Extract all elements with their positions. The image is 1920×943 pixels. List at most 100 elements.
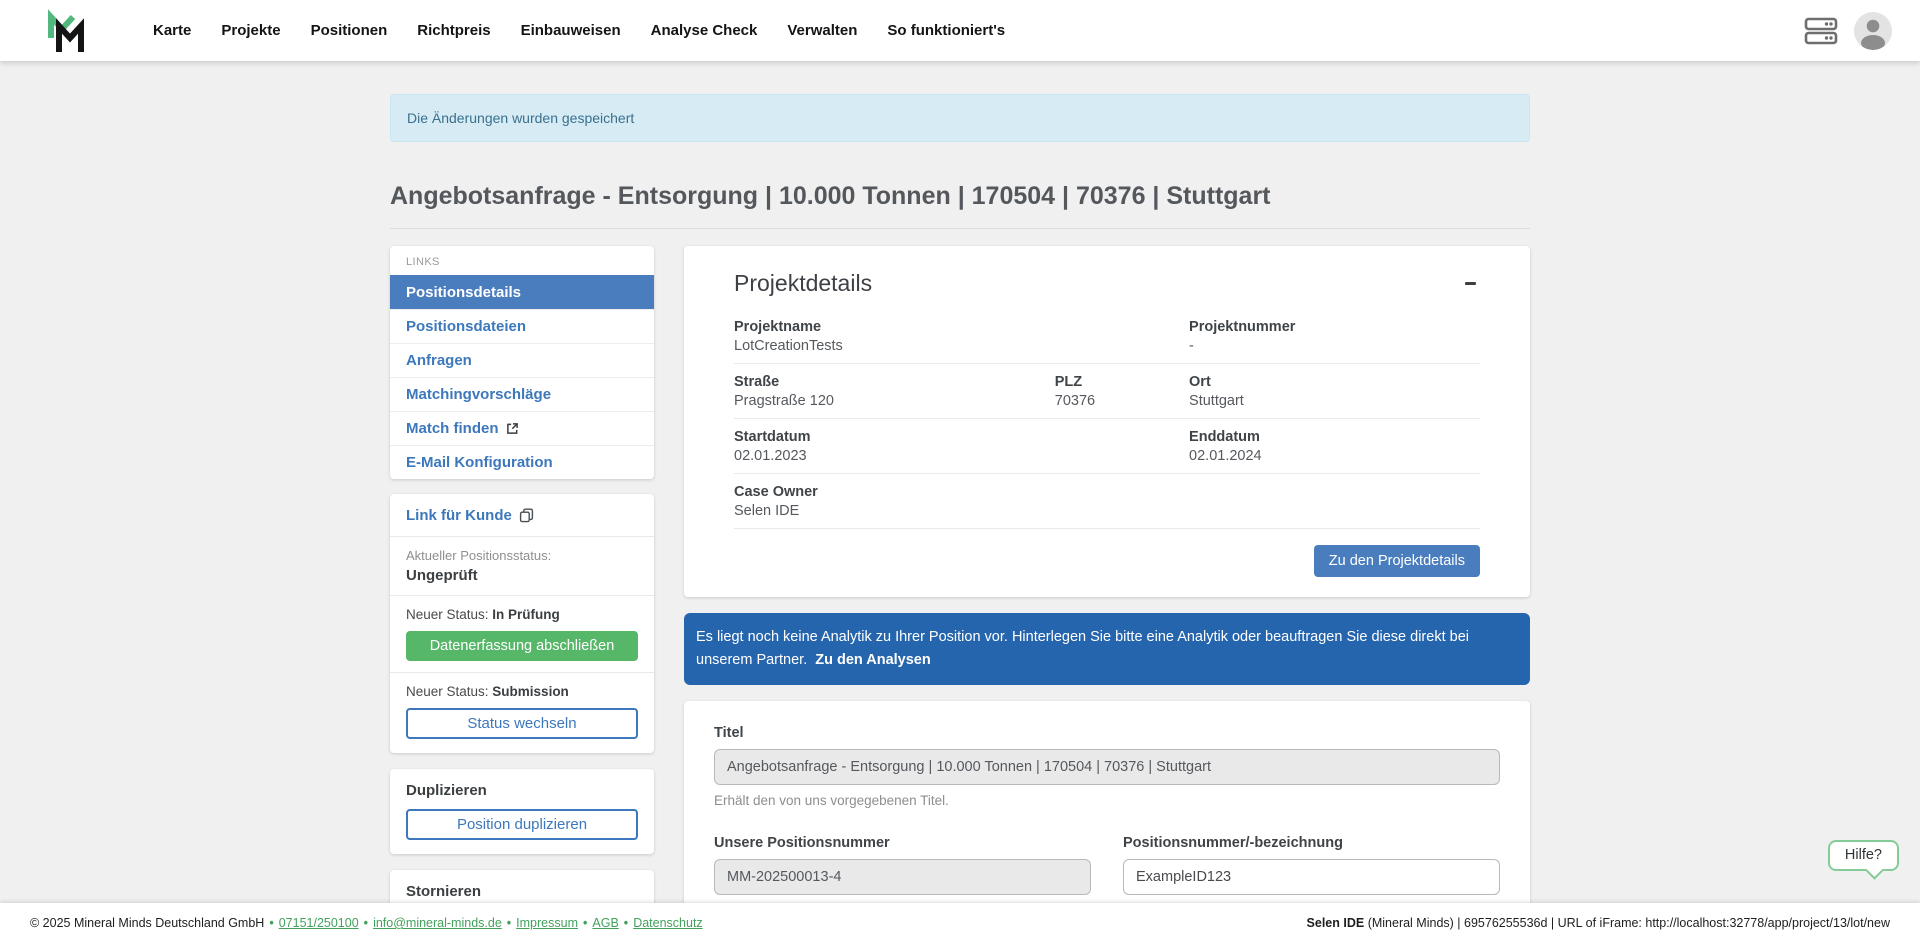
new-status-label: Neuer Status: [406, 684, 492, 699]
project-details-row: Projektname LotCreationTests Projektnumm… [734, 309, 1480, 364]
new-status-line: Neuer Status: In Prüfung [406, 607, 638, 622]
sidebar-item-matchingvorschlaege[interactable]: Matchingvorschläge [390, 377, 654, 411]
nav-item-richtpreis[interactable]: Richtpreis [402, 12, 505, 49]
project-details-row: Straße Pragstraße 120 PLZ 70376 Ort Stut… [734, 364, 1480, 419]
nav-item-einbauweisen[interactable]: Einbauweisen [506, 12, 636, 49]
speech-bubble-tail [1865, 861, 1883, 879]
sidebar-item-positionsdateien[interactable]: Positionsdateien [390, 309, 654, 343]
sidebar-item-label: Positionsdetails [406, 284, 521, 301]
main-content: Projektdetails Projektname LotCreationTe… [684, 246, 1530, 943]
status-panel: Link für Kunde Aktueller Positionsstatus… [390, 494, 654, 753]
go-to-project-details-button[interactable]: Zu den Projektdetails [1314, 545, 1480, 577]
impressum-link[interactable]: Impressum [516, 916, 578, 930]
separator-dot: • [364, 916, 368, 930]
sidebar-item-label: Anfragen [406, 352, 472, 369]
title-field-input[interactable] [714, 749, 1500, 785]
main-nav: Karte Projekte Positionen Richtpreis Ein… [138, 12, 1020, 49]
title-field-helper: Erhält den von uns vorgegebenen Titel. [714, 793, 1500, 808]
new-status-line: Neuer Status: Submission [406, 684, 638, 699]
duplicate-position-button[interactable]: Position duplizieren [406, 809, 638, 840]
current-status-label: Aktueller Positionsstatus: [406, 548, 638, 563]
field-label: Startdatum [734, 429, 1189, 445]
sidebar-item-label: Matchingvorschläge [406, 386, 551, 403]
title-field-label: Titel [714, 725, 1500, 741]
divider [390, 536, 654, 537]
analytics-banner: Es liegt noch keine Analytik zu Ihrer Po… [684, 613, 1530, 685]
field-value: 02.01.2023 [734, 448, 1189, 464]
sidebar-item-label: E-Mail Konfiguration [406, 454, 553, 471]
field-label: Enddatum [1189, 429, 1480, 445]
user-avatar-icon[interactable] [1854, 12, 1892, 50]
new-status-value: In Prüfung [492, 607, 560, 622]
field-value: 70376 [1055, 393, 1189, 409]
customer-link-label: Link für Kunde [406, 507, 512, 524]
duplicate-panel-title: Duplizieren [406, 782, 638, 799]
field-label: Case Owner [734, 484, 1480, 500]
nav-item-verwalten[interactable]: Verwalten [772, 12, 872, 49]
navbar-right [1804, 12, 1892, 50]
field-value: Selen IDE [734, 503, 1480, 519]
separator-dot: • [507, 916, 511, 930]
agb-link[interactable]: AGB [592, 916, 618, 930]
field-label: Projektnummer [1189, 319, 1480, 335]
our-number-input[interactable] [714, 859, 1091, 895]
session-info: Selen IDE (Mineral Minds) | 69576255536d… [1307, 916, 1890, 930]
field-value: 02.01.2024 [1189, 448, 1480, 464]
nav-item-positionen[interactable]: Positionen [296, 12, 403, 49]
new-status-label: Neuer Status: [406, 607, 492, 622]
alert-message: Die Änderungen wurden gespeichert [407, 110, 634, 126]
sidebar-item-anfragen[interactable]: Anfragen [390, 343, 654, 377]
duplicate-panel: Duplizieren Position duplizieren [390, 769, 654, 854]
nav-item-karte[interactable]: Karte [138, 12, 206, 49]
sidebar-item-match-finden[interactable]: Match finden [390, 411, 654, 445]
nav-item-projekte[interactable]: Projekte [206, 12, 295, 49]
field-value: Stuttgart [1189, 393, 1480, 409]
go-to-analyses-link[interactable]: Zu den Analysen [815, 652, 930, 668]
field-label: Projektname [734, 319, 1189, 335]
field-label: Ort [1189, 374, 1480, 390]
position-number-input[interactable] [1123, 859, 1500, 895]
session-user: Selen IDE [1307, 916, 1365, 930]
current-status-value: Ungeprüft [406, 567, 638, 584]
nav-item-so-funktionierts[interactable]: So funktioniert's [872, 12, 1020, 49]
sidebar-item-label: Positionsdateien [406, 318, 526, 335]
sidebar: LINKS Positionsdetails Positionsdateien … [390, 246, 654, 943]
email-link[interactable]: info@mineral-minds.de [373, 916, 502, 930]
server-stack-icon[interactable] [1804, 16, 1838, 46]
footer-left: © 2025 Mineral Minds Deutschland GmbH • … [30, 916, 703, 930]
page-title: Angebotsanfrage - Entsorgung | 10.000 To… [390, 182, 1530, 229]
sidebar-item-positionsdetails[interactable]: Positionsdetails [390, 275, 654, 309]
separator-dot: • [583, 916, 587, 930]
save-success-alert: Die Änderungen wurden gespeichert [390, 94, 1530, 142]
analytics-banner-text: Es liegt noch keine Analytik zu Ihrer Po… [696, 629, 1469, 668]
position-number-label: Positionsnummer/-bezeichnung [1123, 835, 1500, 851]
title-field-group: Titel Erhält den von uns vorgegebenen Ti… [714, 725, 1500, 808]
links-header: LINKS [390, 246, 654, 275]
nav-item-analyse-check[interactable]: Analyse Check [636, 12, 773, 49]
datenschutz-link[interactable]: Datenschutz [633, 916, 702, 930]
project-details-row: Case Owner Selen IDE [734, 474, 1480, 529]
divider [390, 672, 654, 673]
complete-data-entry-button[interactable]: Datenerfassung abschließen [406, 631, 638, 661]
customer-link[interactable]: Link für Kunde [406, 507, 534, 524]
separator-dot: • [269, 916, 273, 930]
project-details-title: Projektdetails [734, 270, 872, 297]
help-button[interactable]: Hilfe? [1828, 840, 1899, 871]
switch-status-button[interactable]: Status wechseln [406, 708, 638, 739]
project-details-row: Startdatum 02.01.2023 Enddatum 02.01.202… [734, 419, 1480, 474]
phone-link[interactable]: 07151/250100 [279, 916, 359, 930]
help-button-label: Hilfe? [1845, 847, 1882, 863]
field-value: Pragstraße 120 [734, 393, 1055, 409]
cancel-panel-title: Stornieren [406, 883, 638, 900]
sidebar-item-email-konfiguration[interactable]: E-Mail Konfiguration [390, 445, 654, 479]
our-number-label: Unsere Positionsnummer [714, 835, 1091, 851]
field-value: LotCreationTests [734, 338, 1189, 354]
brand-logo-icon[interactable] [44, 7, 90, 55]
top-navbar: Karte Projekte Positionen Richtpreis Ein… [0, 0, 1920, 61]
links-card: LINKS Positionsdetails Positionsdateien … [390, 246, 654, 479]
field-value: - [1189, 338, 1480, 354]
footer: © 2025 Mineral Minds Deutschland GmbH • … [0, 903, 1920, 943]
external-link-icon [506, 422, 519, 435]
collapse-icon[interactable] [1461, 276, 1480, 291]
project-details-card: Projektdetails Projektname LotCreationTe… [684, 246, 1530, 597]
